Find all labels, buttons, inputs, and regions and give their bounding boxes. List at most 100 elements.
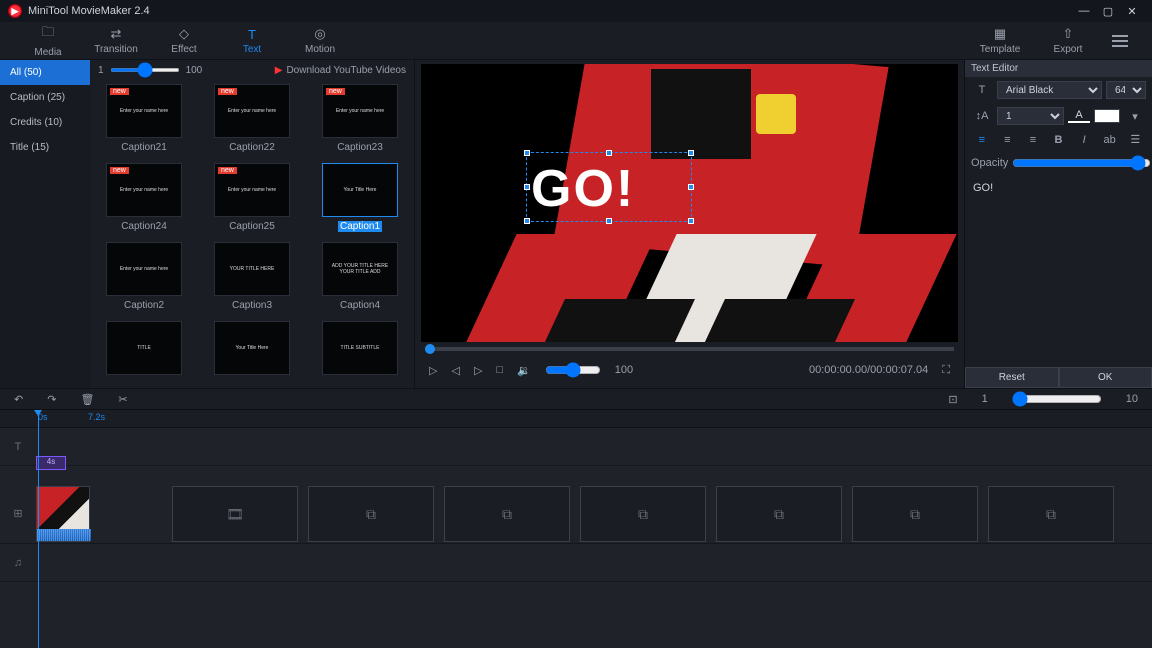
ok-button[interactable]: OK [1059,367,1152,388]
app-title: MiniTool MovieMaker 2.4 [28,5,150,17]
tab-text[interactable]: T Text [218,27,286,55]
preview-time: 00:00:00.00/00:00:07.04 [809,364,928,376]
empty-clip-slot[interactable]: ⧉ [716,486,842,542]
text-track-head: T [0,441,36,453]
minimize-button[interactable]: — [1072,5,1096,17]
text-template-Caption1[interactable]: Your Title Here [322,163,398,217]
timeline-ruler[interactable]: 0s 7.2s [0,410,1152,428]
text-template-item11[interactable]: TITLE SUBTITLE [322,321,398,375]
delete-button[interactable]: 🗑 [80,393,94,406]
zoom-slider[interactable] [1012,391,1102,407]
template-button[interactable]: ▦ Template [966,26,1034,55]
font-select[interactable]: Arial Black [997,81,1102,99]
film-icon: 🎞 [226,506,244,523]
opacity-slider[interactable] [1012,154,1151,172]
empty-clip-slot[interactable]: ⧉ [988,486,1114,542]
new-badge: new [110,88,129,95]
template-label: Caption4 [340,300,380,311]
font-icon: T [971,84,993,96]
text-template-Caption22[interactable]: newEnter your name here [214,84,290,138]
scale-select[interactable]: 1 [997,107,1064,125]
video-clip[interactable]: 🔈 [36,486,90,542]
fullscreen-button[interactable]: ⛶ [942,364,950,377]
text-template-Caption23[interactable]: newEnter your name here [322,84,398,138]
new-badge: new [326,88,345,95]
volume-value: 100 [615,364,633,376]
align-left-button[interactable]: ≡ [971,134,993,146]
template-label: Caption2 [124,300,164,311]
editor-title: Text Editor [965,60,1152,77]
category-caption[interactable]: Caption (25) [0,85,90,110]
extra-button[interactable]: ☰ [1124,133,1146,146]
clip-audio-wave [37,529,91,541]
transition-icon: ⇄ [111,26,122,42]
thumb-size-slider[interactable] [110,68,180,72]
template-label: Caption25 [229,221,275,232]
motion-icon: ◎ [314,26,325,42]
download-youtube-link[interactable]: ▶ Download YouTube Videos [275,65,406,76]
highlight-color-swatch[interactable] [1094,109,1120,123]
template-label: Caption1 [338,221,382,232]
bold-button[interactable]: B [1048,134,1070,146]
category-title[interactable]: Title (15) [0,135,90,160]
next-frame-button[interactable]: ▷ [474,364,482,377]
tab-effect[interactable]: ◇ Effect [150,26,218,55]
text-template-Caption3[interactable]: YOUR TITLE HERE [214,242,290,296]
new-badge: new [218,167,237,174]
playhead[interactable] [38,410,39,648]
text-selection-box[interactable] [526,152,692,222]
category-credits[interactable]: Credits (10) [0,110,90,135]
editor-text[interactable]: GO! [965,176,1152,367]
category-all[interactable]: All (50) [0,60,90,85]
export-icon: ⇧ [1063,26,1074,42]
redo-button[interactable]: ↷ [47,393,56,406]
fit-button[interactable]: ⊡ [948,393,957,406]
preview-canvas[interactable]: GO! [421,64,958,342]
close-button[interactable]: ✕ [1120,5,1144,18]
audio-track-head: ♫ [0,557,36,569]
play-button[interactable]: ▷ [429,364,437,377]
text-template-item9[interactable]: TITLE [106,321,182,375]
tab-motion[interactable]: ◎ Motion [286,26,354,55]
lowercase-button[interactable]: ab [1099,134,1121,146]
dropdown-icon[interactable]: ▾ [1124,110,1146,123]
empty-clip-slot[interactable]: ⧉ [852,486,978,542]
empty-clip-slot[interactable]: ⧉ [580,486,706,542]
text-template-Caption4[interactable]: ADD YOUR TITLE HERE YOUR TITLE ADD [322,242,398,296]
zoom-max: 10 [1126,393,1138,405]
reset-button[interactable]: Reset [965,367,1059,388]
link-icon: ⧉ [774,506,784,523]
text-template-Caption24[interactable]: newEnter your name here [106,163,182,217]
text-template-Caption2[interactable]: Enter your name here [106,242,182,296]
empty-clip-slot[interactable]: 🎞 [172,486,298,542]
menu-button[interactable] [1102,29,1138,53]
export-button[interactable]: ⇧ Export [1034,26,1102,55]
undo-button[interactable]: ↶ [14,393,23,406]
italic-button[interactable]: I [1073,134,1095,146]
volume-icon[interactable]: 🔉 [517,364,531,377]
new-badge: new [218,88,237,95]
align-center-button[interactable]: ≡ [997,134,1019,146]
volume-slider[interactable] [545,362,601,378]
text-template-Caption25[interactable]: newEnter your name here [214,163,290,217]
stop-button[interactable]: □ [496,364,503,376]
text-template-Caption21[interactable]: newEnter your name here [106,84,182,138]
empty-clip-slot[interactable]: ⧉ [308,486,434,542]
prev-frame-button[interactable]: ◁ [451,364,459,377]
cut-button[interactable]: ✂ [118,393,127,406]
tab-media[interactable]: 🗀 Media [14,23,82,58]
link-icon: ⧉ [1046,506,1056,523]
template-label: Caption24 [121,221,167,232]
align-right-button[interactable]: ≡ [1022,134,1044,146]
text-clip[interactable]: 4s [36,456,66,470]
zoom-min: 1 [982,393,988,405]
video-track-head: ⊞ [0,507,36,520]
tab-transition[interactable]: ⇄ Transition [82,26,150,55]
font-color-icon[interactable]: A [1068,109,1090,123]
maximize-button[interactable]: ▢ [1096,5,1120,18]
text-template-item10[interactable]: Your Title Here [214,321,290,375]
preview-scrubber[interactable] [425,347,954,351]
font-size-select[interactable]: 64 [1106,81,1146,99]
opacity-label: Opacity [971,157,1008,169]
empty-clip-slot[interactable]: ⧉ [444,486,570,542]
